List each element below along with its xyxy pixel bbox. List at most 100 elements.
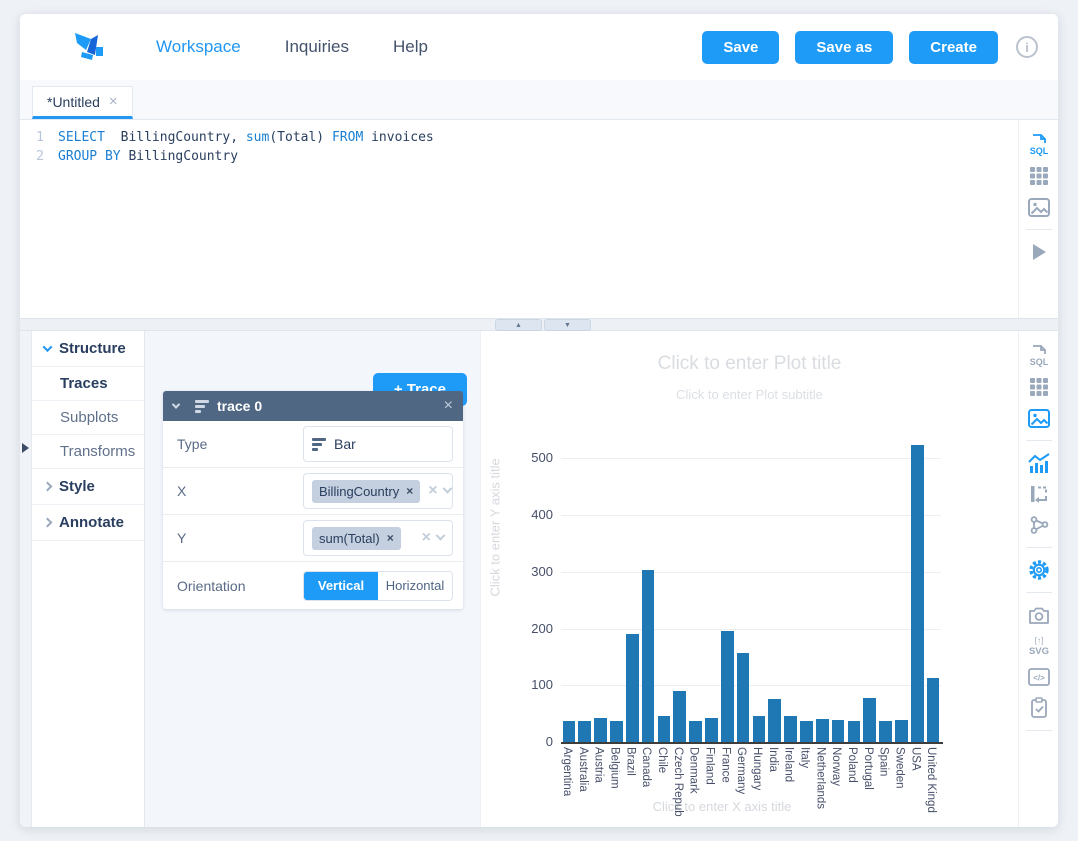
bar-australia[interactable] (578, 721, 591, 742)
y-field-row: Y sum(Total) × × (163, 515, 463, 562)
code-line[interactable]: 2GROUP BY BillingCountry (20, 147, 1018, 166)
x-tick-label: Norway (830, 747, 842, 786)
trace-title: trace 0 (217, 398, 436, 414)
run-query-icon[interactable] (1027, 240, 1051, 264)
chip-remove-icon[interactable]: × (387, 531, 394, 545)
x-tick-label: Poland (846, 747, 858, 783)
clipboard-icon[interactable] (1027, 696, 1051, 720)
trace-panel-header[interactable]: trace 0 × (163, 391, 463, 421)
trace-close-icon[interactable]: × (444, 397, 453, 415)
x-tick-label: Canada (640, 747, 652, 787)
tab-close-icon[interactable]: × (109, 94, 118, 109)
type-select[interactable]: Bar (303, 426, 453, 462)
code-line[interactable]: 1SELECT BillingCountry, sum(Total) FROM … (20, 128, 1018, 147)
save-button[interactable]: Save (702, 31, 779, 64)
bar-czech-repub[interactable] (673, 691, 686, 742)
code-export-icon[interactable]: </> (1027, 665, 1051, 689)
y-tick-label: 100 (513, 677, 553, 692)
sidebar-item-structure[interactable]: Structure (32, 331, 144, 367)
gear-icon[interactable] (1027, 558, 1051, 582)
chevron-down-icon[interactable] (442, 483, 452, 493)
nav-link-help[interactable]: Help (371, 27, 450, 67)
bar-germany[interactable] (737, 653, 750, 742)
info-icon[interactable]: i (1016, 36, 1038, 58)
bar-finland[interactable] (705, 718, 718, 742)
bar-italy[interactable] (800, 721, 813, 742)
camera-icon[interactable] (1027, 603, 1051, 627)
bar-netherlands[interactable] (816, 719, 829, 742)
bar-brazil[interactable] (626, 634, 639, 742)
panel-expand-toggle-icon[interactable] (22, 443, 29, 453)
bar-united-kingd[interactable] (927, 678, 940, 742)
sidebar-item-annotate[interactable]: Annotate (32, 505, 144, 541)
table-grid-icon[interactable] (1027, 164, 1051, 188)
tab-untitled[interactable]: *Untitled × (32, 86, 133, 119)
x-tick-label: Germany (735, 747, 747, 794)
trace-panel-body: Type Bar X BillingCountry × (163, 421, 463, 609)
nav-links: WorkspaceInquiriesHelp (134, 27, 450, 67)
clear-icon[interactable]: × (422, 530, 431, 546)
bar-chile[interactable] (658, 716, 671, 742)
splitter-collapse-up-button[interactable]: ▲ (495, 319, 542, 331)
x-tick-label: Argentina (561, 747, 573, 796)
x-field-row: X BillingCountry × × (163, 468, 463, 515)
gridline (561, 629, 941, 630)
orientation-horizontal-button[interactable]: Horizontal (378, 572, 452, 600)
bar-poland[interactable] (848, 721, 861, 742)
transforms-icon[interactable] (1027, 513, 1051, 537)
bar-argentina[interactable] (563, 721, 576, 742)
svg-export-icon[interactable]: [↑]SVG (1027, 634, 1051, 658)
svg-text:SVG: SVG (1028, 646, 1048, 657)
bar-india[interactable] (768, 699, 781, 742)
sql-file-icon[interactable]: SQL (1027, 344, 1051, 368)
save-as-button[interactable]: Save as (795, 31, 893, 64)
sql-editor[interactable]: 1SELECT BillingCountry, sum(Total) FROM … (20, 120, 1018, 318)
bar-hungary[interactable] (753, 716, 766, 742)
x-axis-line (561, 742, 943, 744)
pane-splitter[interactable]: ▲ ▼ (20, 318, 1058, 331)
sidebar-item-style[interactable]: Style (32, 469, 144, 505)
line-number: 2 (20, 147, 58, 166)
bar-sweden[interactable] (895, 720, 908, 742)
clear-icon[interactable]: × (428, 483, 437, 499)
bar-spain[interactable] (879, 721, 892, 742)
sql-file-icon[interactable]: SQL (1027, 133, 1051, 157)
falcon-logo[interactable] (72, 30, 106, 64)
area-chart-icon[interactable] (1027, 451, 1051, 475)
bar-portugal[interactable] (863, 698, 876, 742)
nav-link-inquiries[interactable]: Inquiries (263, 27, 371, 67)
x-tick-label: Hungary (751, 747, 763, 790)
chip-remove-icon[interactable]: × (406, 484, 413, 498)
y-column-select[interactable]: sum(Total) × × (303, 520, 453, 556)
x-field-label: X (177, 483, 303, 499)
x-column-chip[interactable]: BillingCountry × (312, 480, 420, 503)
bar-chart-plot: 0100200300400500ArgentinaAustraliaAustri… (481, 331, 1019, 827)
sidebar-item-traces[interactable]: Traces (32, 367, 144, 401)
top-navbar: WorkspaceInquiriesHelp Save Save as Create… (20, 14, 1058, 80)
sidebar-item-transforms[interactable]: Transforms (32, 435, 144, 469)
create-button[interactable]: Create (909, 31, 998, 64)
bar-austria[interactable] (594, 718, 607, 742)
bar-usa[interactable] (911, 445, 924, 742)
subplots-icon[interactable] (1027, 482, 1051, 506)
image-icon[interactable] (1027, 195, 1051, 219)
orientation-vertical-button[interactable]: Vertical (304, 572, 378, 600)
bar-canada[interactable] (642, 570, 655, 742)
y-chip-label: sum(Total) (319, 531, 380, 546)
bar-ireland[interactable] (784, 716, 797, 742)
x-column-select[interactable]: BillingCountry × × (303, 473, 453, 509)
image-icon[interactable] (1027, 406, 1051, 430)
bar-france[interactable] (721, 631, 734, 742)
bar-norway[interactable] (832, 720, 845, 742)
nav-buttons: Save Save as Create (702, 31, 998, 64)
y-column-chip[interactable]: sum(Total) × (312, 527, 401, 550)
collapse-chevron-icon[interactable] (172, 400, 180, 408)
splitter-collapse-down-button[interactable]: ▼ (544, 319, 591, 331)
nav-link-workspace[interactable]: Workspace (134, 27, 263, 67)
bar-denmark[interactable] (689, 721, 702, 742)
sidebar-item-subplots[interactable]: Subplots (32, 401, 144, 435)
sidebar-item-label: Traces (60, 375, 108, 392)
table-grid-icon[interactable] (1027, 375, 1051, 399)
bar-belgium[interactable] (610, 721, 623, 742)
chevron-down-icon[interactable] (436, 530, 446, 540)
